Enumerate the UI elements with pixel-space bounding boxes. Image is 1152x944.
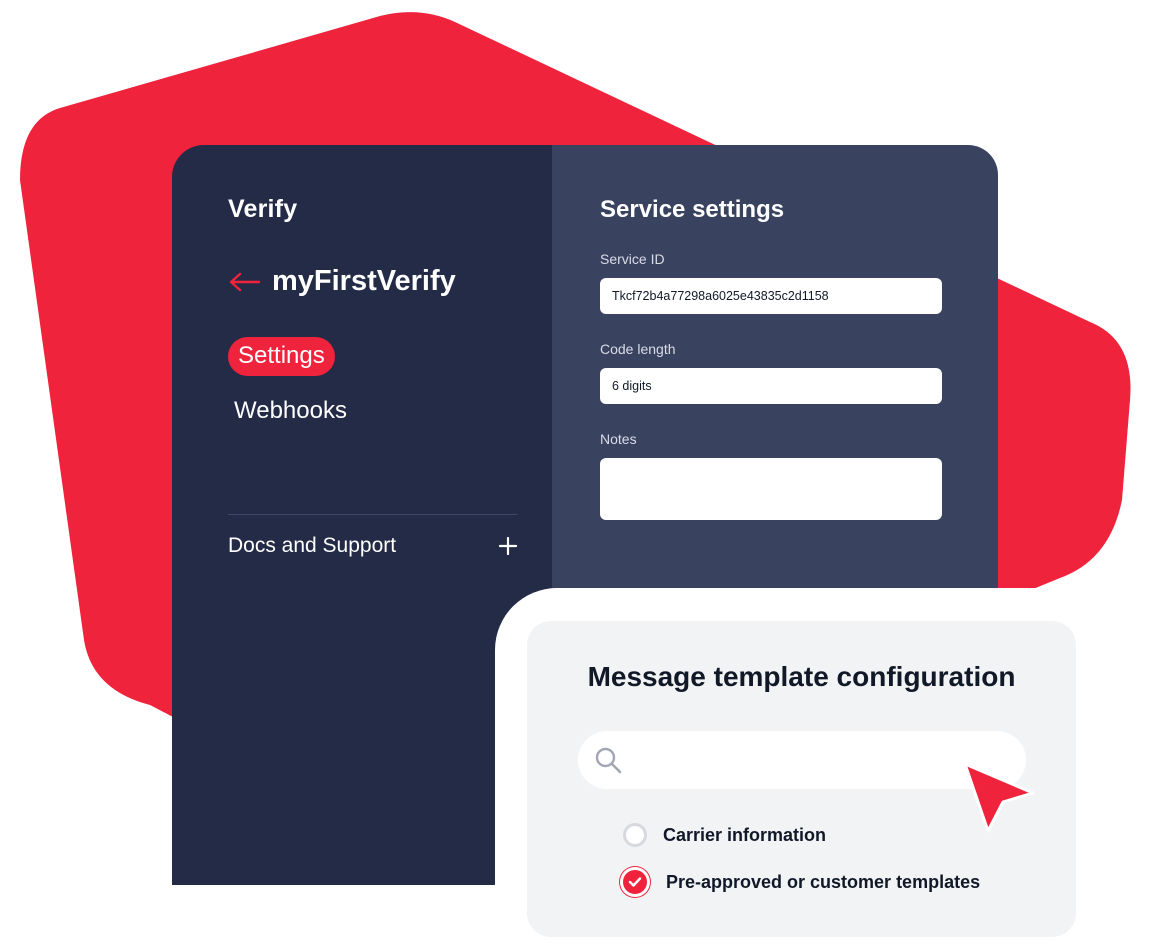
service-id-value: Tkcf72b4a77298a6025e43835c2d1158 [612,289,829,303]
docs-and-support-toggle[interactable]: Docs and Support [228,534,517,558]
service-id-label: Service ID [600,251,665,267]
pointer-cursor-icon [963,762,1035,833]
code-length-value: 6 digits [612,379,652,393]
nav-item-webhooks[interactable]: Webhooks [234,397,347,425]
notes-field[interactable] [600,458,942,520]
notes-label: Notes [600,431,637,447]
option-label: Pre-approved or customer templates [666,871,981,892]
service-name: myFirstVerify [272,265,456,297]
code-length-field[interactable]: 6 digits [600,368,942,404]
radio-unchecked[interactable] [623,823,647,847]
plus-icon[interactable] [499,537,517,555]
arrow-left-icon[interactable] [228,272,260,292]
option-pre-approved-templates[interactable]: Pre-approved or customer templates [620,867,980,897]
option-carrier-information[interactable]: Carrier information [623,823,826,847]
sidebar-title: Verify [228,195,298,223]
search-icon [595,747,622,774]
back-to-service-link[interactable]: myFirstVerify [228,265,456,298]
sidebar-divider [228,514,517,515]
checkmark-icon [628,877,642,887]
template-search-input[interactable] [578,731,1026,789]
nav-item-settings[interactable]: Settings [228,337,335,376]
docs-and-support-label: Docs and Support [228,534,397,557]
service-id-field[interactable]: Tkcf72b4a77298a6025e43835c2d1158 [600,278,942,314]
option-label: Carrier information [663,824,827,845]
service-settings-panel: Service settings Service ID Tkcf72b4a772… [552,145,998,588]
service-settings-title: Service settings [600,196,785,223]
radio-checked[interactable] [620,867,650,897]
message-template-title: Message template configuration [587,661,1016,692]
code-length-label: Code length [600,341,676,357]
